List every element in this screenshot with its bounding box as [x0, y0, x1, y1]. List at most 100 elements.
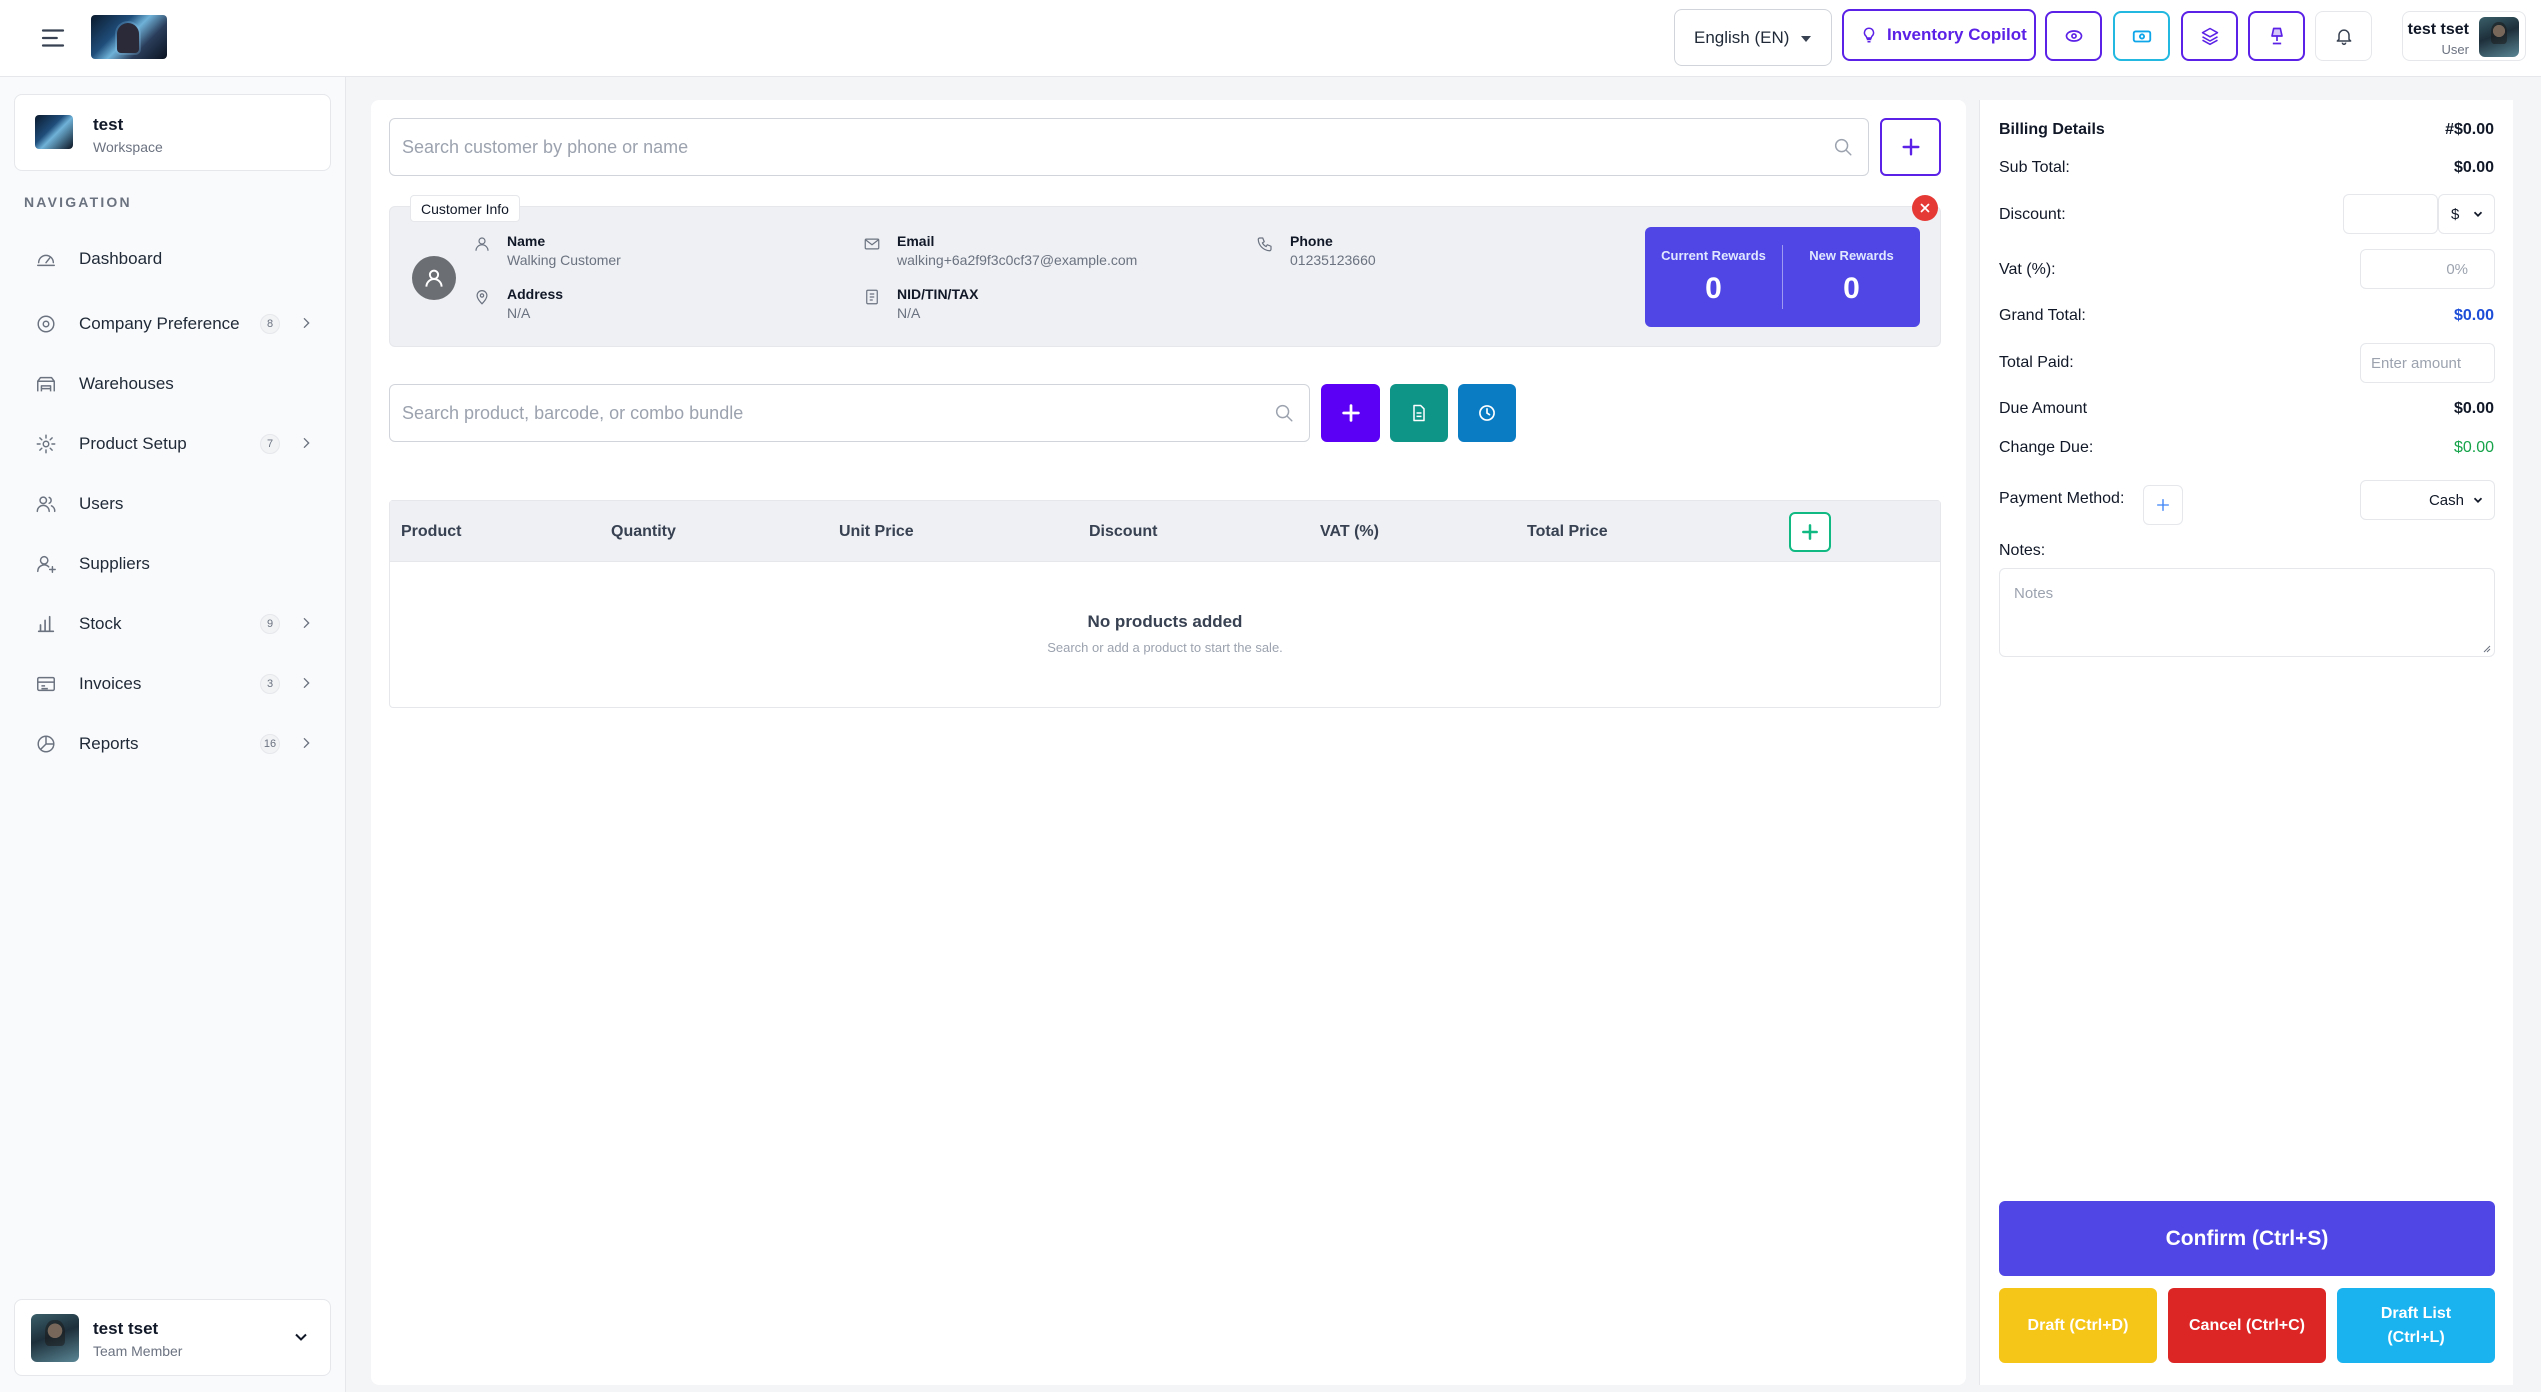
- total-paid-input[interactable]: Enter amount: [2360, 343, 2495, 383]
- vat-placeholder: 0%: [2446, 260, 2468, 278]
- warehouse-icon: [32, 370, 60, 398]
- top-bar: English (EN) Inventory Copilot test tset…: [0, 0, 2541, 77]
- plus-icon: [1802, 524, 1818, 540]
- address-label: Address: [507, 286, 564, 302]
- resize-handle-icon[interactable]: [2481, 643, 2491, 653]
- gear-icon: [32, 430, 60, 458]
- chevron-down-icon: [2471, 493, 2485, 507]
- billing-title: Billing Details: [1999, 121, 2105, 138]
- name-label: Name: [507, 233, 546, 249]
- products-table: Product Quantity Unit Price Discount VAT…: [389, 500, 1941, 708]
- chevron-right-icon: [298, 315, 314, 331]
- chevron-down-icon[interactable]: [291, 1327, 311, 1347]
- chevron-right-icon: [298, 615, 314, 631]
- stock-icon: [32, 610, 60, 638]
- sidebar-item-dashboard[interactable]: Dashboard: [20, 238, 326, 280]
- sidebar-item-stock[interactable]: Stock 9: [20, 603, 326, 645]
- sidebar-item-product-setup[interactable]: Product Setup 7: [20, 423, 326, 465]
- notes-textarea[interactable]: Notes: [1999, 568, 2495, 657]
- table-header: Product Quantity Unit Price Discount VAT…: [390, 501, 1940, 562]
- sidebar-item-suppliers[interactable]: Suppliers: [20, 543, 326, 585]
- email-label: Email: [897, 233, 935, 249]
- invoice-icon: [32, 670, 60, 698]
- cash-register-button[interactable]: [2113, 11, 2170, 61]
- payment-method-select[interactable]: Cash: [2360, 480, 2495, 520]
- sidebar-item-reports[interactable]: Reports 16: [20, 723, 326, 765]
- sidebar: test Workspace NAVIGATION Dashboard Comp…: [0, 77, 346, 1392]
- discount-input[interactable]: [2343, 194, 2438, 234]
- cancel-button[interactable]: Cancel (Ctrl+C): [2168, 1288, 2326, 1363]
- sidebar-item-users[interactable]: Users: [20, 483, 326, 525]
- eye-button[interactable]: [2045, 11, 2102, 61]
- discount-label: Discount:: [1999, 206, 2066, 223]
- language-select[interactable]: English (EN): [1674, 9, 1832, 66]
- discount-currency-select[interactable]: $: [2438, 194, 2495, 234]
- recent-history-button[interactable]: [1458, 384, 1516, 442]
- product-search-input[interactable]: Search product, barcode, or combo bundle: [389, 384, 1310, 442]
- new-rewards-value: 0: [1843, 272, 1860, 305]
- subtotal-label: Sub Total:: [1999, 159, 2070, 176]
- dashboard-icon: [32, 245, 60, 273]
- person-icon: [473, 235, 491, 253]
- inventory-copilot-button[interactable]: Inventory Copilot: [1842, 9, 2036, 61]
- plus-icon: [1341, 404, 1360, 422]
- notes-label: Notes:: [1999, 542, 2046, 559]
- payment-method-value: Cash: [2428, 491, 2464, 509]
- add-product-button[interactable]: [1321, 384, 1380, 442]
- id-card-icon: [863, 288, 881, 306]
- add-payment-method-button[interactable]: [2143, 485, 2183, 525]
- empty-state-title: No products added: [1087, 612, 1243, 631]
- payment-method-label: Payment Method:: [1999, 490, 2125, 507]
- draft-button[interactable]: Draft (Ctrl+D): [1999, 1288, 2157, 1363]
- total-paid-placeholder: Enter amount: [2371, 354, 2462, 372]
- sidebar-item-badge: 9: [260, 614, 280, 634]
- layers-icon: [2201, 27, 2218, 46]
- address-value: N/A: [507, 305, 531, 321]
- sidebar-item-invoices[interactable]: Invoices 3: [20, 663, 326, 705]
- chevron-right-icon: [298, 435, 314, 451]
- lamp-button[interactable]: [2248, 11, 2305, 61]
- layers-button[interactable]: [2181, 11, 2238, 61]
- lamp-icon: [2270, 27, 2283, 45]
- search-icon: [1832, 136, 1854, 158]
- current-rewards-label: Current Rewards: [1661, 248, 1766, 263]
- user-name: test tset: [2407, 21, 2469, 38]
- sidebar-user-card[interactable]: test tset Team Member: [14, 1299, 331, 1376]
- phone-label: Phone: [1290, 233, 1333, 249]
- customer-search-input[interactable]: Search customer by phone or name: [389, 118, 1869, 176]
- notifications-button[interactable]: [2315, 11, 2372, 61]
- vat-input[interactable]: 0%: [2360, 249, 2495, 289]
- sidebar-item-label: Warehouses: [79, 374, 174, 393]
- change-due-value: $0.00: [2453, 439, 2494, 456]
- supplier-icon: [32, 550, 60, 578]
- new-rewards-label: New Rewards: [1809, 248, 1894, 263]
- product-list-button[interactable]: [1390, 384, 1448, 442]
- new-rewards: New Rewards 0: [1783, 227, 1920, 327]
- sidebar-item-company-preference[interactable]: Company Preference 8: [20, 303, 326, 345]
- total-paid-label: Total Paid:: [1999, 354, 2074, 371]
- sidebar-item-badge: 7: [260, 434, 280, 454]
- nav-heading: NAVIGATION: [24, 194, 132, 210]
- close-icon: [1920, 203, 1930, 213]
- col-total-price: Total Price: [1527, 523, 1608, 540]
- draft-list-button[interactable]: Draft List (Ctrl+L): [2337, 1288, 2495, 1363]
- invoice-number: #$0.00: [2445, 121, 2494, 138]
- confirm-button[interactable]: Confirm (Ctrl+S): [1999, 1201, 2495, 1276]
- workspace-card[interactable]: test Workspace: [14, 94, 331, 171]
- menu-toggle-button[interactable]: [38, 23, 68, 53]
- app-logo[interactable]: [91, 15, 167, 59]
- caret-down-icon: [1801, 36, 1811, 42]
- sidebar-item-warehouses[interactable]: Warehouses: [20, 363, 326, 405]
- add-row-button[interactable]: [1789, 512, 1831, 552]
- sidebar-item-badge: 16: [260, 734, 280, 754]
- workspace-subtitle: Workspace: [93, 139, 163, 155]
- search-icon: [1273, 402, 1295, 424]
- user-menu[interactable]: test tset User: [2402, 11, 2526, 61]
- due-amount-row: Due Amount $0.00: [1999, 400, 2494, 424]
- sidebar-item-badge: 3: [260, 674, 280, 694]
- email-value: walking+6a2f9f3c0cf37@example.com: [897, 252, 1138, 268]
- clear-customer-button[interactable]: [1912, 195, 1938, 221]
- discount-currency-value: $: [2451, 205, 2460, 223]
- add-customer-button[interactable]: [1880, 118, 1941, 176]
- plus-icon: [2157, 499, 2169, 511]
